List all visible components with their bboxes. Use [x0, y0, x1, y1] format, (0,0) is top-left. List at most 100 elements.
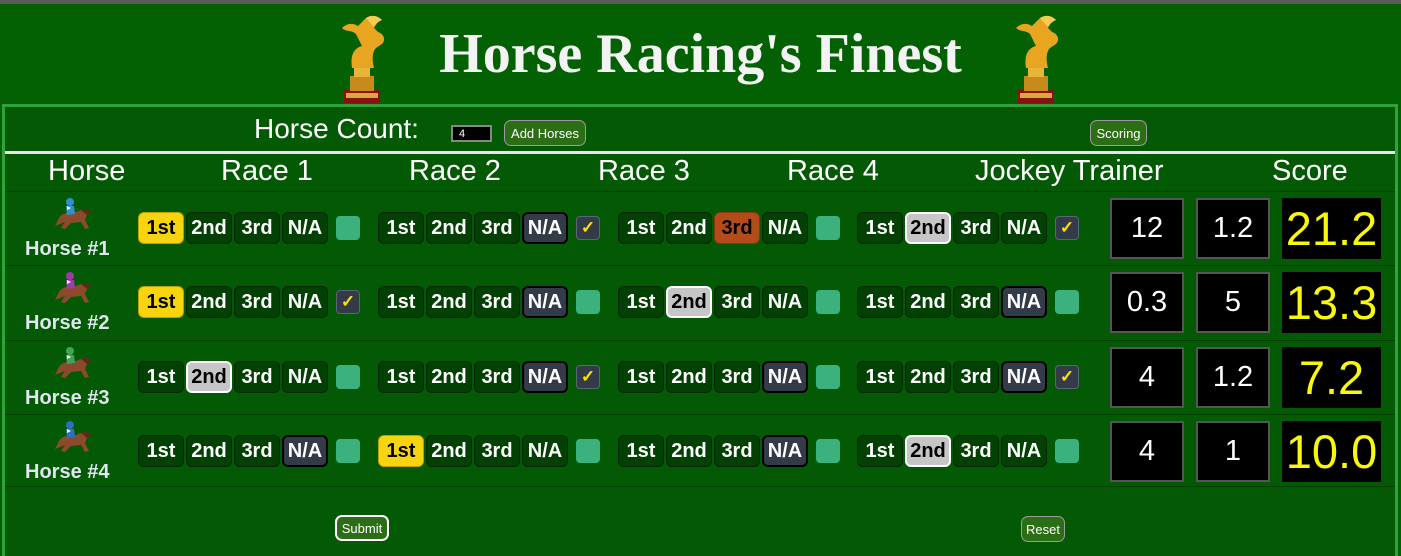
position-button[interactable]: 3rd	[474, 212, 520, 244]
position-button[interactable]: N/A	[762, 212, 808, 244]
position-button[interactable]: N/A	[282, 286, 328, 318]
position-button[interactable]: 3rd	[234, 361, 280, 393]
position-button[interactable]: 3rd	[474, 361, 520, 393]
trainer-value[interactable]: 1.2	[1196, 347, 1270, 408]
position-button[interactable]: 2nd	[186, 435, 232, 467]
trainer-value[interactable]: 5	[1196, 272, 1270, 333]
horse-count-input[interactable]	[451, 125, 492, 142]
position-button[interactable]: 3rd	[953, 212, 999, 244]
position-button[interactable]: N/A	[522, 286, 568, 318]
jockey-value[interactable]: 4	[1110, 421, 1184, 482]
scoring-button[interactable]: Scoring	[1090, 120, 1147, 146]
position-button[interactable]: 3rd	[953, 286, 999, 318]
position-button[interactable]: 3rd	[714, 286, 760, 318]
trainer-value[interactable]: 1	[1196, 421, 1270, 482]
checkmark-icon: ✓	[340, 292, 356, 311]
position-button[interactable]: 2nd	[426, 286, 472, 318]
position-button[interactable]: N/A	[282, 212, 328, 244]
column-header-race-4: Race 4	[787, 155, 879, 187]
position-button[interactable]: 3rd	[714, 212, 760, 244]
jockey-value[interactable]: 0.3	[1110, 272, 1184, 333]
race-checkbox[interactable]	[816, 290, 840, 314]
position-button[interactable]: 2nd	[905, 212, 951, 244]
position-button[interactable]: 1st	[857, 435, 903, 467]
race-checkbox[interactable]: ✓	[576, 216, 600, 240]
position-button[interactable]: N/A	[282, 435, 328, 467]
position-button[interactable]: N/A	[522, 361, 568, 393]
position-button[interactable]: 2nd	[666, 435, 712, 467]
position-button[interactable]: 2nd	[666, 212, 712, 244]
race-checkbox[interactable]	[816, 216, 840, 240]
position-button[interactable]: 3rd	[953, 361, 999, 393]
race-1-selector: 1st 2nd 3rd N/A	[138, 212, 360, 244]
position-button[interactable]: 1st	[138, 212, 184, 244]
position-button[interactable]: 1st	[138, 435, 184, 467]
jockey-value[interactable]: 12	[1110, 198, 1184, 259]
race-checkbox[interactable]	[336, 216, 360, 240]
race-checkbox[interactable]: ✓	[576, 365, 600, 389]
race-checkbox[interactable]	[1055, 290, 1079, 314]
position-button[interactable]: 2nd	[666, 286, 712, 318]
race-checkbox[interactable]	[336, 365, 360, 389]
position-button[interactable]: N/A	[1001, 286, 1047, 318]
trainer-value[interactable]: 1.2	[1196, 198, 1270, 259]
race-3-selector: 1st 2nd 3rd N/A	[618, 435, 840, 467]
position-button[interactable]: 1st	[378, 212, 424, 244]
submit-button[interactable]: Submit	[335, 515, 389, 541]
position-button[interactable]: 2nd	[426, 361, 472, 393]
position-button[interactable]: N/A	[522, 435, 568, 467]
position-button[interactable]: N/A	[1001, 361, 1047, 393]
position-button[interactable]: 1st	[378, 361, 424, 393]
position-button[interactable]: 2nd	[666, 361, 712, 393]
race-checkbox[interactable]	[336, 439, 360, 463]
race-checkbox[interactable]: ✓	[1055, 216, 1079, 240]
position-button[interactable]: 2nd	[426, 212, 472, 244]
race-checkbox[interactable]: ✓	[336, 290, 360, 314]
position-button[interactable]: 2nd	[186, 286, 232, 318]
position-button[interactable]: 1st	[857, 212, 903, 244]
race-checkbox[interactable]	[576, 439, 600, 463]
position-button[interactable]: N/A	[1001, 212, 1047, 244]
position-button[interactable]: N/A	[282, 361, 328, 393]
position-button[interactable]: 1st	[857, 286, 903, 318]
position-button[interactable]: 3rd	[234, 212, 280, 244]
position-button[interactable]: 3rd	[714, 435, 760, 467]
checkmark-icon: ✓	[1059, 367, 1075, 386]
position-button[interactable]: 1st	[618, 435, 664, 467]
position-button[interactable]: N/A	[1001, 435, 1047, 467]
position-button[interactable]: 2nd	[186, 212, 232, 244]
position-button[interactable]: 3rd	[234, 435, 280, 467]
position-button[interactable]: 1st	[618, 212, 664, 244]
reset-button[interactable]: Reset	[1021, 516, 1065, 542]
position-button[interactable]: 1st	[857, 361, 903, 393]
position-button[interactable]: 3rd	[474, 435, 520, 467]
position-button[interactable]: N/A	[762, 361, 808, 393]
position-button[interactable]: 3rd	[953, 435, 999, 467]
position-button[interactable]: 2nd	[426, 435, 472, 467]
race-checkbox[interactable]	[1055, 439, 1079, 463]
jockey-value[interactable]: 4	[1110, 347, 1184, 408]
position-button[interactable]: 2nd	[905, 435, 951, 467]
position-button[interactable]: 2nd	[905, 361, 951, 393]
position-button[interactable]: N/A	[762, 435, 808, 467]
add-horses-button[interactable]: Add Horses	[504, 120, 586, 146]
position-button[interactable]: 1st	[138, 361, 184, 393]
race-checkbox[interactable]	[576, 290, 600, 314]
race-checkbox[interactable]	[816, 365, 840, 389]
position-button[interactable]: 3rd	[714, 361, 760, 393]
position-button[interactable]: 2nd	[186, 361, 232, 393]
horse-name: Horse #3	[25, 387, 110, 409]
position-button[interactable]: 1st	[618, 286, 664, 318]
race-checkbox[interactable]	[816, 439, 840, 463]
position-button[interactable]: 3rd	[474, 286, 520, 318]
position-button[interactable]: N/A	[762, 286, 808, 318]
position-button[interactable]: 1st	[138, 286, 184, 318]
position-button[interactable]: 1st	[378, 286, 424, 318]
position-button[interactable]: N/A	[522, 212, 568, 244]
race-checkbox[interactable]: ✓	[1055, 365, 1079, 389]
position-button[interactable]: 1st	[618, 361, 664, 393]
position-button[interactable]: 2nd	[905, 286, 951, 318]
position-button[interactable]: 1st	[378, 435, 424, 467]
position-button[interactable]: 3rd	[234, 286, 280, 318]
race-4-selector: 1st 2nd 3rd N/A	[857, 435, 1079, 467]
